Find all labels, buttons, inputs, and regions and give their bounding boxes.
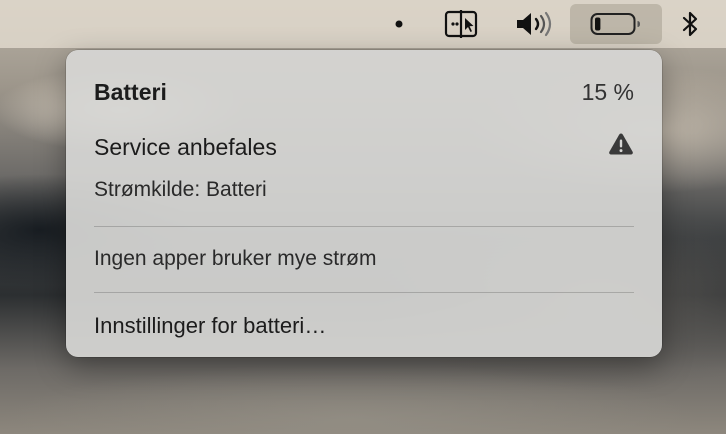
service-recommended-label: Service anbefales (94, 133, 277, 160)
warning-triangle-icon (608, 132, 634, 162)
service-row: Service anbefales (94, 132, 634, 162)
status-dot-icon[interactable] (388, 4, 410, 44)
battery-menu-panel: Batteri 15 % Service anbefales Strømkild… (66, 50, 662, 357)
battery-percent: 15 % (581, 79, 634, 105)
battery-menu-title: Batteri (94, 79, 167, 105)
divider (94, 292, 634, 293)
power-source-label: Strømkilde: Batteri (94, 178, 267, 201)
screen-mirroring-icon[interactable] (438, 4, 484, 44)
energy-usage-status: Ingen apper bruker mye strøm (94, 247, 377, 270)
battery-settings-menu-item[interactable]: Innstillinger for batteri… (94, 313, 634, 339)
bluetooth-icon[interactable] (672, 4, 708, 44)
battery-level-fill (595, 17, 601, 31)
divider (94, 226, 634, 227)
battery-header: Batteri 15 % (94, 79, 634, 106)
volume-icon[interactable] (510, 4, 562, 44)
battery-icon[interactable] (570, 4, 662, 44)
menu-bar (0, 0, 726, 48)
desktop: Batteri 15 % Service anbefales Strømkild… (0, 0, 726, 434)
